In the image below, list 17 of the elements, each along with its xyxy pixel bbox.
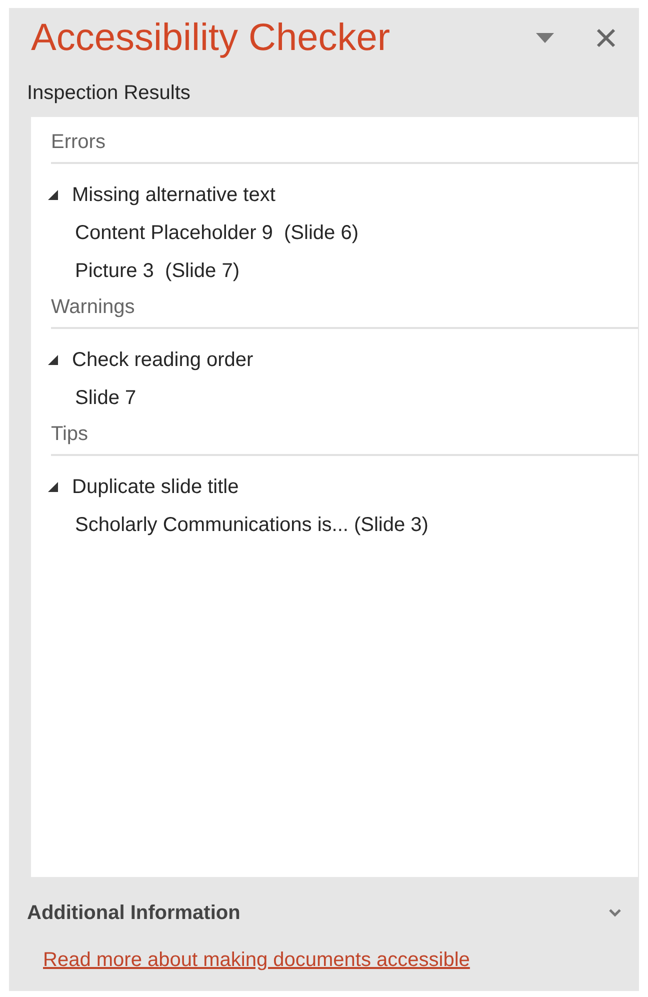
expand-triangle-icon[interactable] [48,482,58,492]
issue-location[interactable]: Picture 3 (Slide 7) [51,252,638,290]
section-heading: Errors [51,131,638,164]
section-heading: Tips [51,423,638,456]
issue-item[interactable]: Missing alternative text [51,176,638,214]
issue-item[interactable]: Check reading order [51,341,638,379]
expand-triangle-icon[interactable] [48,355,58,365]
expand-triangle-icon[interactable] [48,190,58,200]
pane-title: Accessibility Checker [31,16,391,60]
results-label: Inspection Results [27,82,192,105]
issue-location[interactable]: Scholarly Communications is... (Slide 3) [51,506,638,544]
issue-location[interactable]: Slide 7 [51,379,638,417]
issue-item[interactable]: Duplicate slide title [51,468,638,506]
section-heading: Additional Information [27,902,242,924]
section-heading: Warnings [51,296,638,329]
help-link[interactable]: Read more about making documents accessible [43,949,620,972]
issue-location[interactable]: Content Placeholder 9 (Slide 6) [51,214,638,252]
